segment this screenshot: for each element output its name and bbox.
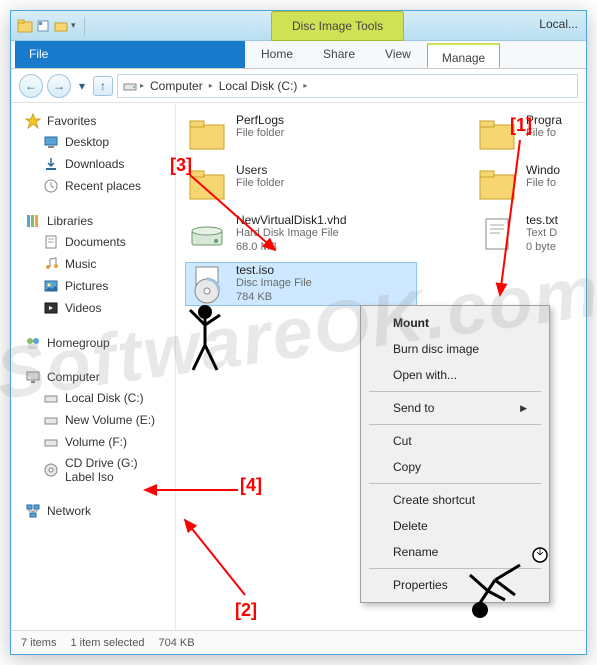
pictures-icon xyxy=(43,278,59,294)
folder-icon xyxy=(186,113,228,155)
file-iso-selected[interactable]: test.isoDisc Image File784 KB xyxy=(186,263,416,305)
status-selected-count: 1 item selected xyxy=(70,637,144,649)
submenu-arrow-icon: ▶ xyxy=(520,403,527,414)
menu-open-with[interactable]: Open with... xyxy=(363,362,547,388)
status-selected-size: 704 KB xyxy=(158,637,194,649)
sidebar-item-videos[interactable]: Videos xyxy=(15,297,171,319)
qat-dropdown-icon[interactable]: ▾ xyxy=(71,20,76,31)
sidebar-item-desktop[interactable]: Desktop xyxy=(15,131,171,153)
sidebar-group-favorites: Favorites Desktop Downloads Recent place… xyxy=(15,111,171,197)
tab-view[interactable]: View xyxy=(371,41,425,68)
title-bar: ▾ Disc Image Tools Local... xyxy=(11,11,586,41)
sidebar-item-recent[interactable]: Recent places xyxy=(15,175,171,197)
cd-drive-icon xyxy=(43,462,59,478)
file-txt[interactable]: tes.txtText D0 byte xyxy=(476,213,576,255)
vhd-icon xyxy=(186,213,228,255)
menu-rename[interactable]: Rename xyxy=(363,539,547,565)
sidebar-item-local-disk-c[interactable]: Local Disk (C:) xyxy=(15,387,171,409)
music-icon xyxy=(43,256,59,272)
sidebar-header-computer[interactable]: Computer xyxy=(15,367,171,387)
sidebar-item-music[interactable]: Music xyxy=(15,253,171,275)
caret-right-icon[interactable]: ▸ xyxy=(140,81,144,90)
drive-icon xyxy=(43,412,59,428)
star-icon xyxy=(25,113,41,129)
caret-right-icon[interactable]: ▸ xyxy=(209,81,213,90)
menu-delete[interactable]: Delete xyxy=(363,513,547,539)
breadcrumb[interactable]: ▸ Computer ▸ Local Disk (C:) ▸ xyxy=(117,74,578,98)
sidebar-group-libraries: Libraries Documents Music Pictures Video… xyxy=(15,211,171,319)
sidebar-group-homegroup: Homegroup xyxy=(15,333,171,353)
back-button[interactable]: ← xyxy=(19,74,43,98)
disc-image-icon xyxy=(186,263,228,305)
context-menu: Mount Burn disc image Open with... Send … xyxy=(360,305,550,603)
network-icon xyxy=(25,503,41,519)
drive-icon xyxy=(43,434,59,450)
contextual-tab-label: Disc Image Tools xyxy=(271,11,404,41)
sidebar-group-network: Network xyxy=(15,501,171,521)
sidebar-item-volume-e[interactable]: New Volume (E:) xyxy=(15,409,171,431)
sidebar-item-downloads[interactable]: Downloads xyxy=(15,153,171,175)
tab-manage[interactable]: Manage xyxy=(427,43,500,68)
file-users[interactable]: UsersFile folder xyxy=(186,163,416,205)
menu-cut[interactable]: Cut xyxy=(363,428,547,454)
downloads-icon xyxy=(43,156,59,172)
sidebar-header-homegroup[interactable]: Homegroup xyxy=(15,333,171,353)
sidebar-item-pictures[interactable]: Pictures xyxy=(15,275,171,297)
libraries-icon xyxy=(25,213,41,229)
menu-send-to[interactable]: Send to▶ xyxy=(363,395,547,421)
menu-properties[interactable]: Properties xyxy=(363,572,547,598)
recent-icon xyxy=(43,178,59,194)
breadcrumb-computer[interactable]: Computer xyxy=(146,79,207,93)
sidebar-header-libraries[interactable]: Libraries xyxy=(15,211,171,231)
computer-icon xyxy=(25,369,41,385)
file-perflogs[interactable]: PerfLogsFile folder xyxy=(186,113,416,155)
text-file-icon xyxy=(476,213,518,255)
sidebar-item-volume-f[interactable]: Volume (F:) xyxy=(15,431,171,453)
recent-locations-dropdown[interactable]: ▾ xyxy=(75,79,89,93)
explorer-icon xyxy=(17,18,33,34)
new-folder-icon[interactable] xyxy=(53,18,69,34)
sidebar-item-cd-drive-g[interactable]: CD Drive (G:) Label Iso xyxy=(15,453,171,487)
menu-create-shortcut[interactable]: Create shortcut xyxy=(363,487,547,513)
homegroup-icon xyxy=(25,335,41,351)
sidebar-item-documents[interactable]: Documents xyxy=(15,231,171,253)
quick-access-toolbar: ▾ xyxy=(17,18,76,34)
ribbon-tabs: File Home Share View Manage xyxy=(11,41,586,69)
tab-home[interactable]: Home xyxy=(247,41,307,68)
sidebar-header-network[interactable]: Network xyxy=(15,501,171,521)
up-button[interactable]: ↑ xyxy=(93,76,113,96)
folder-icon xyxy=(476,113,518,155)
navigation-bar: ← → ▾ ↑ ▸ Computer ▸ Local Disk (C:) ▸ xyxy=(11,69,586,103)
folder-icon xyxy=(476,163,518,205)
window-title-location: Local... xyxy=(539,17,578,31)
caret-right-icon[interactable]: ▸ xyxy=(303,81,307,90)
file-program-files[interactable]: PrograFile fo xyxy=(476,113,576,155)
properties-icon[interactable] xyxy=(35,18,51,34)
breadcrumb-localdisk[interactable]: Local Disk (C:) xyxy=(215,79,302,93)
sidebar-group-computer: Computer Local Disk (C:) New Volume (E:)… xyxy=(15,367,171,487)
documents-icon xyxy=(43,234,59,250)
drive-icon xyxy=(43,390,59,406)
tab-file[interactable]: File xyxy=(15,41,245,68)
file-vhd[interactable]: NewVirtualDisk1.vhdHard Disk Image File6… xyxy=(186,213,416,255)
status-bar: 7 items 1 item selected 704 KB xyxy=(11,630,586,654)
desktop-icon xyxy=(43,134,59,150)
forward-button[interactable]: → xyxy=(47,74,71,98)
menu-burn-disc-image[interactable]: Burn disc image xyxy=(363,336,547,362)
status-item-count: 7 items xyxy=(21,637,56,649)
tab-share[interactable]: Share xyxy=(309,41,369,68)
menu-mount[interactable]: Mount xyxy=(363,310,547,336)
file-windows[interactable]: WindoFile fo xyxy=(476,163,576,205)
menu-copy[interactable]: Copy xyxy=(363,454,547,480)
sidebar-header-favorites[interactable]: Favorites xyxy=(15,111,171,131)
videos-icon xyxy=(43,300,59,316)
drive-icon xyxy=(122,78,138,94)
folder-icon xyxy=(186,163,228,205)
navigation-pane: Favorites Desktop Downloads Recent place… xyxy=(11,103,176,630)
